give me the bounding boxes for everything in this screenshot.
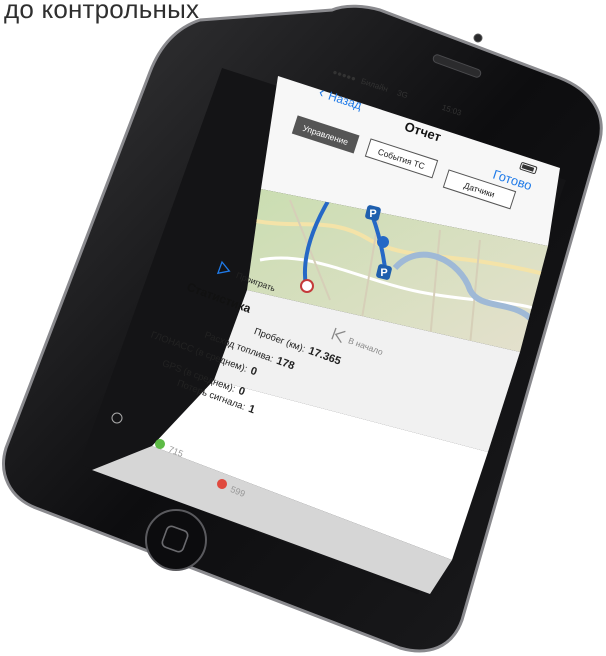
svg-text:P: P [380, 267, 387, 279]
svg-text:P: P [369, 208, 376, 220]
home-button[interactable] [145, 509, 207, 571]
front-camera-icon [473, 33, 483, 43]
route-position-marker [377, 236, 389, 248]
route-start-marker [300, 279, 314, 293]
phone-device: P P ●●●●● Билайн 3G 15:03 ‹ Назад Отчет … [2, 4, 603, 653]
